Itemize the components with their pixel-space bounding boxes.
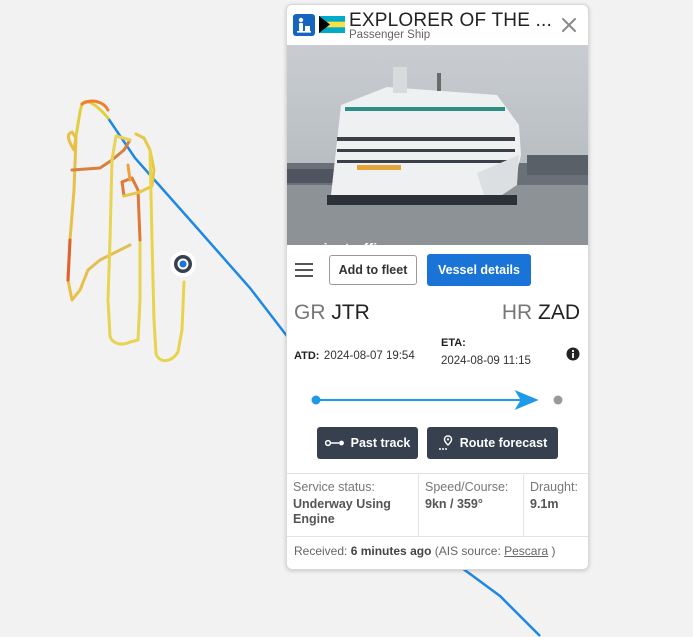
- service-status-label: Service status:: [293, 480, 375, 494]
- speed-course-label: Speed/Course:: [425, 480, 509, 494]
- vessel-details-button[interactable]: Vessel details: [427, 254, 531, 286]
- departure-dot: [311, 395, 321, 405]
- eta-value: 2024-08-09 11:15: [441, 355, 531, 367]
- speed-course-cell: Speed/Course: 9kn / 359°: [418, 474, 523, 536]
- vessel-type: Passenger Ship: [349, 29, 431, 41]
- received-info: Received: 6 minutes ago (AIS source: Pes…: [294, 544, 556, 558]
- departure-port: GR JTR: [294, 301, 370, 325]
- service-status-value: Underway Using Engine: [293, 497, 391, 526]
- speed-course-value: 9kn / 359°: [425, 497, 483, 511]
- arrival-country: HR: [501, 301, 533, 324]
- bahamas-flag-icon: [319, 16, 345, 33]
- vessel-position-marker[interactable]: [170, 251, 196, 277]
- add-to-fleet-button[interactable]: Add to fleet: [329, 255, 417, 285]
- vessel-popup: EXPLORER OF THE ... Passenger Ship marin…: [286, 4, 589, 570]
- received-label: Received:: [294, 544, 348, 558]
- draught-cell: Draught: 9.1m: [523, 474, 588, 536]
- departure-port-code: JTR: [331, 301, 370, 324]
- draught-label: Draught:: [530, 480, 578, 494]
- voyage-progress-bar: [311, 390, 563, 410]
- watermark: marinetraffic: [297, 240, 386, 256]
- atd-value: 2024-08-07 19:54: [323, 350, 415, 362]
- hamburger-icon[interactable]: [295, 263, 313, 277]
- arrival-port-code: ZAD: [538, 301, 580, 324]
- atd-label: ATD:: [294, 350, 320, 362]
- route-forecast-button[interactable]: Route forecast: [427, 427, 558, 459]
- ais-source-link[interactable]: Pescara: [504, 544, 548, 558]
- passenger-ship-icon: [293, 14, 315, 36]
- info-icon[interactable]: [566, 347, 580, 361]
- eta-label: ETA:: [441, 337, 466, 349]
- vessel-track: [66, 99, 186, 362]
- popup-header: EXPLORER OF THE ... Passenger Ship: [287, 5, 588, 45]
- ais-source-suffix: ): [551, 544, 556, 558]
- route-forecast-label: Route forecast: [459, 436, 548, 450]
- arrival-dot: [553, 395, 563, 405]
- atd-row: ATD: 2024-08-07 19:54: [294, 346, 415, 364]
- service-status-cell: Service status: Underway Using Engine: [287, 474, 418, 536]
- past-track-button[interactable]: Past track: [317, 427, 418, 459]
- departure-country: GR: [294, 301, 326, 324]
- arrival-port: HR ZAD: [502, 301, 580, 325]
- close-icon[interactable]: [559, 15, 579, 35]
- track-icon: [324, 439, 344, 447]
- status-grid: Service status: Underway Using Engine Sp…: [287, 473, 588, 537]
- received-value: 6 minutes ago: [350, 544, 432, 558]
- past-track-label: Past track: [350, 436, 411, 450]
- route-pin-icon: [438, 435, 452, 450]
- draught-value: 9.1m: [530, 497, 559, 511]
- ais-source-prefix: (AIS source:: [434, 544, 501, 558]
- vessel-photo[interactable]: marinetraffic © Carsten Feldhusen: [287, 45, 588, 275]
